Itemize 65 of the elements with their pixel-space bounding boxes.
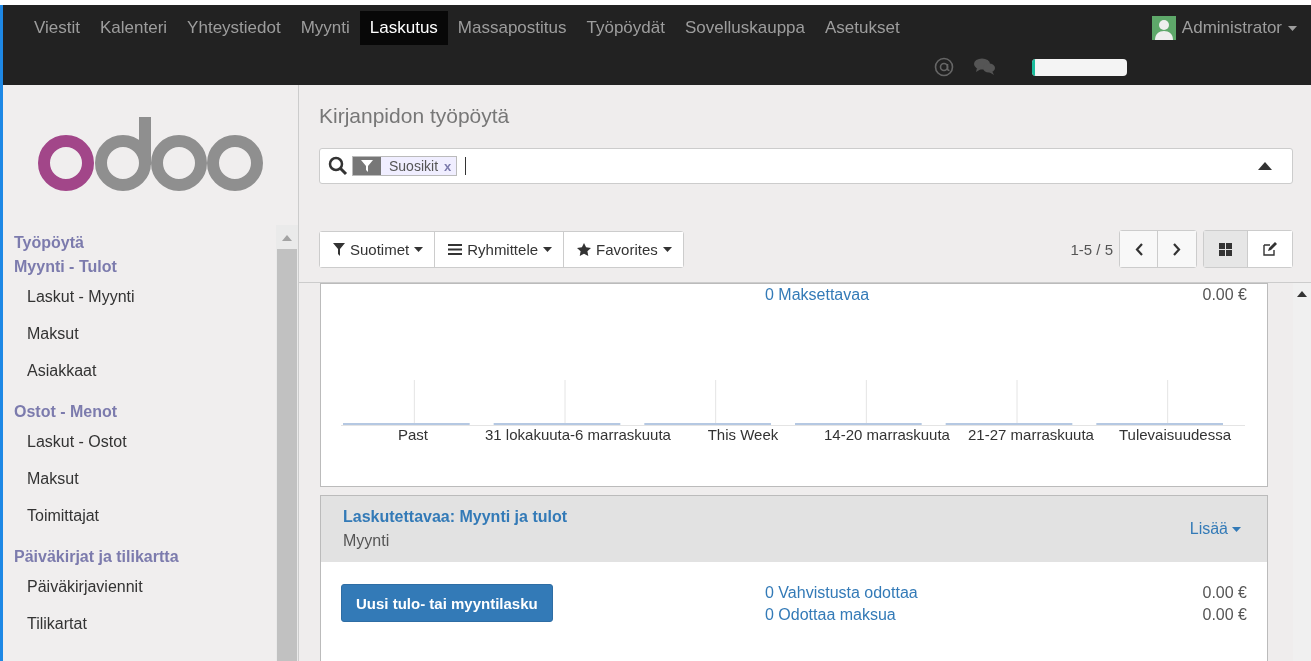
sidebar-item[interactable]: Asiakkaat — [14, 353, 276, 390]
card-title[interactable]: Laskutettavaa: Myynti ja tulot — [343, 508, 568, 526]
star-icon — [577, 242, 592, 256]
menu-tab[interactable]: Viestit — [24, 11, 90, 45]
menu-tab[interactable]: Asetukset — [815, 11, 910, 45]
menu-section-header[interactable]: Työpöytä — [14, 231, 276, 255]
amount: 0.00 € — [1201, 606, 1247, 624]
scrollbar-thumb[interactable] — [277, 249, 297, 661]
amount: 0.00 € — [1201, 584, 1247, 602]
chevron-left-icon — [1134, 242, 1143, 256]
axis-label: 21-27 marraskuuta — [967, 426, 1095, 443]
filter-icon — [333, 242, 345, 256]
at-sign-icon[interactable] — [934, 57, 954, 77]
amount: 0.00 € — [1201, 286, 1247, 304]
caret-icon — [543, 246, 553, 252]
previous-button[interactable] — [1120, 231, 1158, 267]
sidebar-item[interactable]: Laskut - Myynti — [14, 279, 276, 316]
menu-section-header[interactable]: Päiväkirjat ja tilikartta — [14, 545, 276, 569]
list-icon — [448, 243, 463, 255]
dropdown-button[interactable]: Suotimet — [320, 231, 436, 267]
pager-text: 1-5 / 5 — [1070, 240, 1113, 258]
caret-up-icon[interactable] — [1258, 162, 1272, 170]
axis-label: This Week — [706, 426, 780, 443]
caret-icon — [662, 246, 672, 252]
caret-icon — [414, 246, 424, 252]
facet-label: Suosikit — [388, 158, 440, 174]
caret-icon — [1288, 25, 1297, 31]
primary-button[interactable]: Uusi tulo- tai myyntilasku — [341, 584, 553, 622]
sidebar-item[interactable]: Tilikartat — [14, 606, 276, 643]
edit-icon — [1263, 242, 1277, 256]
sidebar-item[interactable]: Päiväkirjaviennit — [14, 569, 276, 606]
menu-tab[interactable]: Sovelluskauppa — [674, 11, 815, 45]
caret-icon — [1232, 526, 1241, 532]
link[interactable]: 0 Vahvistusta odottaa — [765, 584, 1197, 602]
axis-label: 31 lokakuuta-6 marraskuuta — [485, 426, 671, 443]
remove-facet-button[interactable]: x — [444, 158, 457, 174]
filter-icon — [361, 160, 373, 172]
sidebar-item[interactable]: Laskut - Ostot — [14, 424, 276, 461]
menu-tab[interactable]: Myynti — [290, 11, 360, 45]
link[interactable]: 0 Maksettavaa — [765, 286, 1197, 304]
menu-section-header[interactable]: Myynti - Tulot — [14, 255, 276, 279]
menu-tab[interactable]: Työpöydät — [576, 11, 675, 45]
search-field[interactable]: Suosikit x — [319, 148, 1293, 184]
menu-section-header[interactable]: Ostot - Menot — [14, 400, 276, 424]
sidebar-item[interactable]: Toimittajat — [14, 498, 276, 535]
menu-tab[interactable]: Laskutus — [359, 11, 448, 45]
menu-tab[interactable]: Kalenteri — [90, 11, 178, 45]
axis-label: 14-20 marraskuuta — [823, 426, 951, 443]
axis-label: Past — [397, 426, 429, 443]
link[interactable]: 0 Odottaa maksua — [765, 606, 1197, 624]
card-subtitle: Myynti — [343, 532, 391, 550]
page-title: Kirjanpidon työpöytä — [318, 103, 511, 128]
sidebar-item[interactable]: Maksut — [14, 461, 276, 498]
chevron-right-icon — [1173, 242, 1181, 256]
view-switch-button[interactable] — [1204, 231, 1248, 267]
user-menu[interactable]: Administrator — [1181, 18, 1282, 38]
menu-tab[interactable]: Yhteystiedot — [177, 11, 291, 45]
sidebar-item[interactable]: Maksut — [14, 316, 276, 353]
axis-label: Tulevaisuudessa — [1118, 426, 1232, 443]
menu-tab[interactable]: Massapostitus — [447, 11, 577, 45]
search-icon — [328, 156, 348, 176]
avatar-icon — [1151, 16, 1176, 40]
grid-icon — [1219, 242, 1232, 256]
scroll-up-icon[interactable] — [1297, 291, 1307, 297]
more-dropdown[interactable]: Lisää — [1183, 519, 1247, 539]
